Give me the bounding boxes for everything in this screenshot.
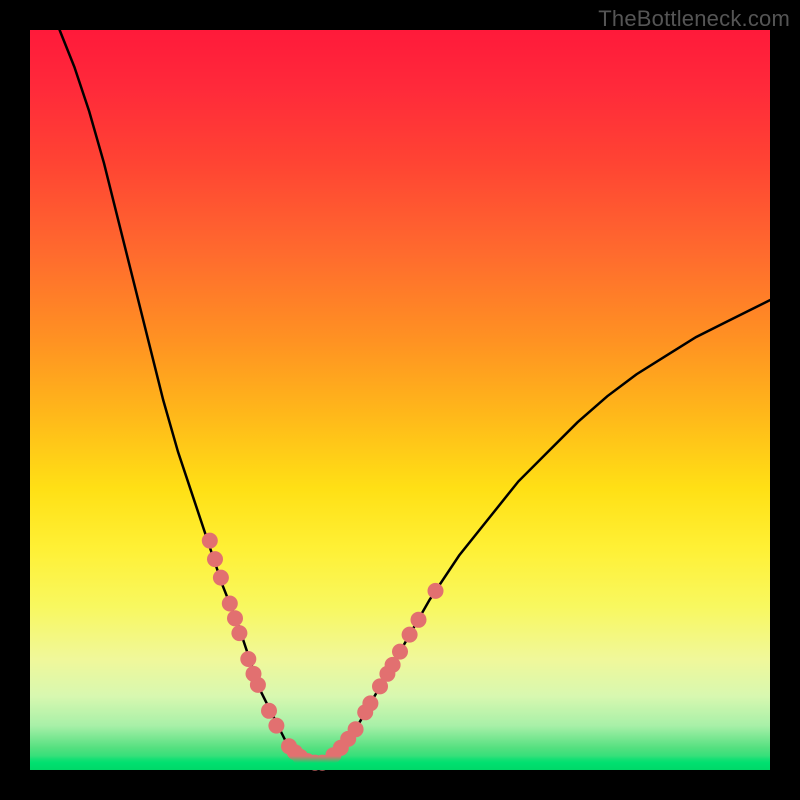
curve-marker — [227, 610, 243, 626]
curve-marker — [402, 627, 418, 643]
curve-marker — [428, 583, 444, 599]
curve-marker — [240, 651, 256, 667]
plot-area — [30, 30, 770, 770]
bottleneck-curve — [60, 30, 770, 763]
curve-marker — [307, 755, 323, 771]
curve-marker — [348, 721, 364, 737]
curve-marker — [268, 718, 284, 734]
curve-marker — [213, 570, 229, 586]
curve-markers — [202, 533, 444, 771]
curve-marker — [222, 596, 238, 612]
curve-marker — [292, 749, 308, 765]
curve-marker — [202, 533, 218, 549]
curve-marker — [411, 612, 427, 628]
curve-marker — [261, 703, 277, 719]
curve-marker — [300, 753, 316, 769]
curve-marker — [231, 625, 247, 641]
watermark: TheBottleneck.com — [598, 6, 790, 32]
chart-svg — [30, 30, 770, 770]
curve-marker — [314, 755, 330, 771]
curve-marker — [392, 644, 408, 660]
curve-marker — [362, 695, 378, 711]
chart-frame: TheBottleneck.com — [0, 0, 800, 800]
curve-marker — [250, 677, 266, 693]
curve-marker — [207, 551, 223, 567]
